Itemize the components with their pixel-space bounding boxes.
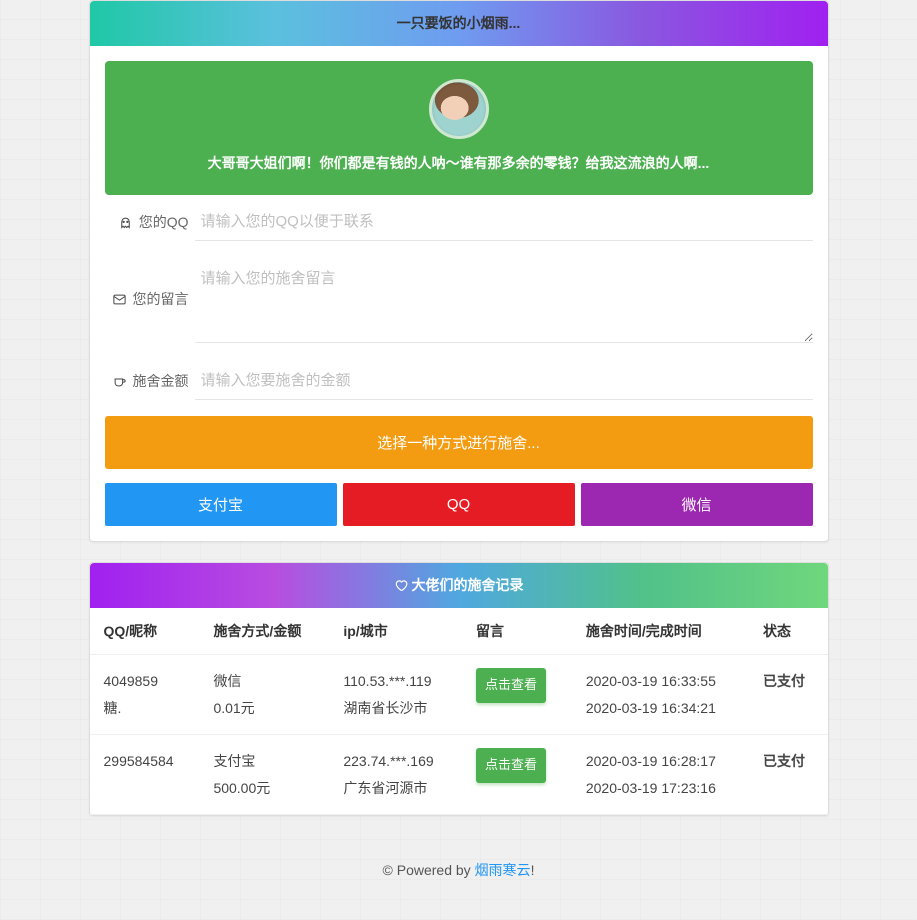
pay-qq-button[interactable]: QQ	[343, 483, 575, 526]
cup-icon	[112, 374, 127, 389]
records-panel: 大佬们的施舍记录 QQ/昵称 施舍方式/金额 ip/城市 留言 施舍时间/完成时…	[89, 562, 829, 816]
message-input[interactable]	[195, 257, 813, 343]
status-badge: 已支付	[749, 735, 828, 815]
heart-icon	[394, 578, 408, 595]
amount-input[interactable]	[195, 362, 813, 400]
avatar	[429, 79, 489, 139]
table-row: 299584584 支付宝500.00元 223.74.***.169广东省河源…	[90, 735, 828, 815]
view-message-button[interactable]: 点击查看	[476, 668, 546, 703]
panel-title: 一只要饭的小烟雨...	[90, 1, 828, 46]
qq-input[interactable]	[195, 203, 813, 241]
pay-alipay-button[interactable]: 支付宝	[105, 483, 337, 526]
records-title: 大佬们的施舍记录	[90, 563, 828, 608]
view-message-button[interactable]: 点击查看	[476, 748, 546, 783]
col-method: 施舍方式/金额	[199, 608, 329, 655]
mail-icon	[112, 292, 127, 307]
col-qq: QQ/昵称	[90, 608, 200, 655]
footer: © Powered by 烟雨寒云!	[89, 836, 829, 880]
col-msg: 留言	[462, 608, 572, 655]
intro-banner: 大哥哥大姐们啊！你们都是有钱的人呐～谁有那多余的零钱？给我这流浪的人啊...	[105, 61, 813, 195]
table-row: 4049859糖. 微信0.01元 110.53.***.119湖南省长沙市 点…	[90, 655, 828, 735]
intro-message: 大哥哥大姐们啊！你们都是有钱的人呐～谁有那多余的零钱？给我这流浪的人啊...	[125, 153, 793, 173]
submit-button[interactable]: 选择一种方式进行施舍...	[105, 416, 813, 469]
records-table: QQ/昵称 施舍方式/金额 ip/城市 留言 施舍时间/完成时间 状态 4049…	[90, 608, 828, 815]
pay-wechat-button[interactable]: 微信	[581, 483, 813, 526]
message-label: 您的留言	[105, 257, 195, 309]
donation-panel: 一只要饭的小烟雨... 大哥哥大姐们啊！你们都是有钱的人呐～谁有那多余的零钱？给…	[89, 0, 829, 542]
qq-label: 您的QQ	[105, 203, 195, 232]
amount-label: 施舍金额	[105, 362, 195, 391]
col-status: 状态	[749, 608, 828, 655]
col-time: 施舍时间/完成时间	[572, 608, 749, 655]
ghost-icon	[118, 215, 133, 230]
col-ip: ip/城市	[329, 608, 462, 655]
footer-link[interactable]: 烟雨寒云	[475, 862, 531, 878]
status-badge: 已支付	[749, 655, 828, 735]
